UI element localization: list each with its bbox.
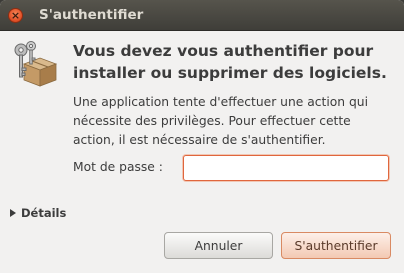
password-input[interactable] <box>183 155 389 181</box>
heading-line-1: Vous devez vous authentifier pour <box>73 42 374 60</box>
close-icon[interactable]: × <box>8 8 23 23</box>
cancel-button[interactable]: Annuler <box>164 232 273 259</box>
heading-line-2: installer ou supprimer des logiciels. <box>73 64 387 82</box>
details-label: Détails <box>21 206 67 220</box>
password-label: Mot de passe : <box>73 160 163 174</box>
details-expander[interactable]: Détails <box>10 206 66 220</box>
authenticate-button[interactable]: S'authentifier <box>281 232 391 259</box>
description-line-2: nécessite des privilèges. Pour effectuer… <box>73 114 351 128</box>
dialog-heading: Vous devez vous authentifier pour instal… <box>73 40 393 84</box>
triangle-right-icon <box>10 209 16 217</box>
description-line-1: Une application tente d'effectuer une ac… <box>73 95 369 109</box>
keys-package-icon <box>10 40 58 88</box>
auth-dialog-window: × S'authentifier Vous devez vous authent… <box>0 0 404 273</box>
description-line-3: action, il est nécessaire de s'authentif… <box>73 133 326 147</box>
title-bar[interactable]: × S'authentifier <box>0 0 404 31</box>
dialog-description: Une application tente d'effectuer une ac… <box>73 93 395 150</box>
window-title: S'authentifier <box>39 7 144 23</box>
